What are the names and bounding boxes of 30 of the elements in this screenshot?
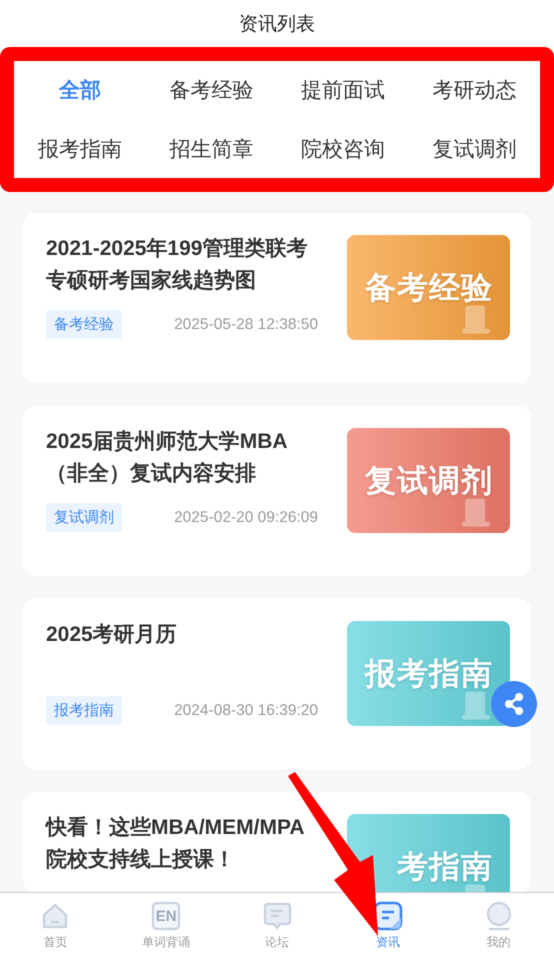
category-tag: 备考经验 (46, 310, 122, 339)
category-tab[interactable]: 报考指南 (38, 134, 122, 163)
category-tab[interactable]: 招生简章 (169, 134, 254, 163)
category-tag: 复试调剂 (46, 503, 122, 532)
article-title: 快看！这些MBA/MEM/MPA院校支持线上授课！ (46, 814, 306, 873)
page-title: 资讯列表 (239, 12, 315, 36)
category-tab[interactable]: 全部 (58, 76, 101, 104)
article-title: 2025届贵州师范大学MBA（非全）复试内容安排 (46, 429, 289, 487)
thumbnail-label: 考指南 (397, 848, 493, 886)
share-icon (503, 692, 525, 716)
thumbnail-label: 复试调剂 (365, 462, 493, 500)
publish-date: 2025-02-20 09:26:09 (174, 508, 318, 526)
icon-label: EN (156, 908, 177, 924)
publish-date: 2025-05-28 12:38:50 (174, 316, 318, 334)
article-title: 2025考研月历 (46, 622, 178, 648)
article-card[interactable]: 2025届贵州师范大学MBA（非全）复试内容安排 复试调剂 2025-02-20 09:26:09 复试调剂 (23, 406, 531, 576)
article-card[interactable]: 2021-2025年199管理类联考专硕研考国家线趋势图 备考经验 2025-05-28 12:38:50 备考经验 (23, 213, 531, 383)
category-tab[interactable]: 提前面试 (300, 76, 385, 104)
category-tab[interactable]: 考研动态 (432, 76, 516, 104)
chat-icon (262, 901, 292, 931)
category-tab[interactable]: 院校咨询 (300, 134, 385, 163)
article-card[interactable]: 2025考研月历 报考指南 2024-08-30 16:39:20 报考指南 (23, 599, 531, 769)
badge-icon (151, 901, 182, 931)
publish-date: 2024-08-30 16:39:20 (174, 702, 318, 720)
category-tag: 报考指南 (46, 696, 122, 725)
article-title: 2021-2025年199管理类联考专硕研考国家线趋势图 (46, 236, 308, 294)
category-tab[interactable]: 复试调剂 (432, 134, 516, 163)
thumbnail-label: 报考指南 (365, 654, 493, 692)
thumbnail-label: 备考经验 (365, 268, 493, 306)
category-tab[interactable]: 备考经验 (169, 76, 254, 104)
